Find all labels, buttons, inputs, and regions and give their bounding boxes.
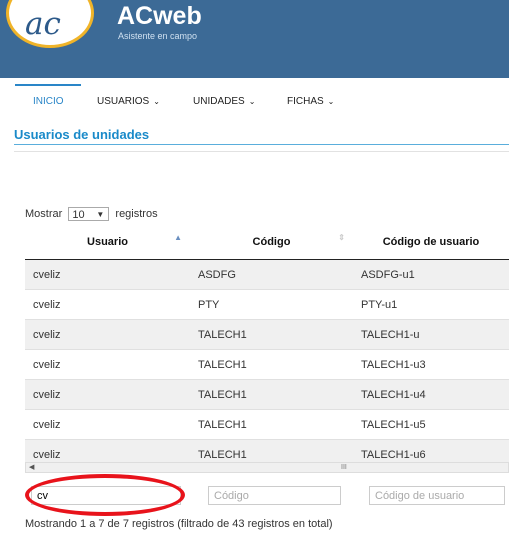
table-cell: cveliz bbox=[25, 259, 190, 290]
table-row[interactable]: cveliz TALECH1 TALECH1-u bbox=[25, 319, 509, 350]
filter-input-codigo[interactable] bbox=[208, 486, 341, 505]
nav-item-label: UNIDADES bbox=[193, 96, 245, 107]
table-cell: cveliz bbox=[25, 349, 190, 380]
table-cell: cveliz bbox=[25, 379, 190, 410]
filter-input-codigo-usuario[interactable] bbox=[369, 486, 505, 505]
table-row[interactable]: cveliz PTY PTY-u1 bbox=[25, 289, 509, 320]
length-menu-label: Mostrar bbox=[25, 207, 63, 220]
app-subtitle: Asistente en campo bbox=[118, 31, 198, 41]
table-cell: TALECH1 bbox=[190, 409, 353, 440]
data-table: Usuario ▲ Código ⇕ Código de usuario cveli… bbox=[25, 224, 509, 469]
nav-item-label: FICHAS bbox=[287, 96, 324, 107]
table-cell: TALECH1 bbox=[190, 379, 353, 410]
column-header-codigo[interactable]: Código ⇕ bbox=[190, 224, 353, 260]
nav-active-indicator bbox=[15, 84, 81, 86]
chevron-down-icon: ⌄ bbox=[327, 97, 335, 106]
scroll-left-icon[interactable]: ◀ bbox=[29, 463, 34, 473]
table-cell: TALECH1-u3 bbox=[353, 349, 509, 380]
column-header-label: Código bbox=[252, 235, 291, 248]
nav-item-label: INICIO bbox=[33, 96, 64, 107]
nav-item-unidades[interactable]: UNIDADES ⌄ bbox=[193, 96, 255, 107]
nav-item-usuarios[interactable]: USUARIOS ⌄ bbox=[97, 96, 160, 107]
table-cell: ASDFG bbox=[190, 259, 353, 290]
table-cell: cveliz bbox=[25, 289, 190, 320]
nav-item-fichas[interactable]: FICHAS ⌄ bbox=[287, 96, 334, 107]
table-row[interactable]: cveliz ASDFG ASDFG-u1 bbox=[25, 259, 509, 290]
table-cell: TALECH1-u4 bbox=[353, 379, 509, 410]
logo-text: ac bbox=[25, 6, 61, 42]
nav-item-inicio[interactable]: INICIO bbox=[33, 96, 64, 107]
table-cell: PTY bbox=[190, 289, 353, 320]
app-title: ACweb bbox=[117, 2, 202, 30]
table-row[interactable]: cveliz TALECH1 TALECH1-u5 bbox=[25, 409, 509, 440]
column-header-codigo-usuario[interactable]: Código de usuario bbox=[353, 224, 509, 260]
chevron-down-icon: ⌄ bbox=[248, 97, 256, 106]
app-logo[interactable]: ac bbox=[6, 0, 94, 48]
page-length-select[interactable]: 10 ▼ bbox=[68, 207, 110, 221]
horizontal-scrollbar[interactable]: ◀ III bbox=[25, 462, 509, 473]
length-menu: Mostrar 10 ▼ registros bbox=[25, 207, 158, 221]
panel-divider bbox=[14, 151, 509, 152]
table-cell: cveliz bbox=[25, 319, 190, 350]
highlight-circle bbox=[25, 474, 185, 516]
table-cell: TALECH1-u5 bbox=[353, 409, 509, 440]
dropdown-arrow-icon: ▼ bbox=[96, 210, 105, 219]
column-header-label: Código de usuario bbox=[382, 235, 480, 248]
page-length-value: 10 bbox=[72, 209, 85, 221]
length-menu-suffix: registros bbox=[115, 207, 158, 220]
app-header: ac ACweb Asistente en campo bbox=[0, 0, 509, 78]
table-cell: TALECH1 bbox=[190, 319, 353, 350]
table-cell: ASDFG-u1 bbox=[353, 259, 509, 290]
table-cell: TALECH1-u bbox=[353, 319, 509, 350]
table-cell: cveliz bbox=[25, 409, 190, 440]
sort-both-icon: ⇕ bbox=[338, 233, 345, 242]
sort-asc-icon: ▲ bbox=[174, 233, 182, 242]
column-header-usuario[interactable]: Usuario ▲ bbox=[25, 224, 190, 260]
table-cell: PTY-u1 bbox=[353, 289, 509, 320]
table-cell: TALECH1 bbox=[190, 349, 353, 380]
scroll-grip[interactable]: III bbox=[341, 463, 347, 473]
table-info: Mostrando 1 a 7 de 7 registros (filtrado… bbox=[25, 518, 333, 530]
table-row[interactable]: cveliz TALECH1 TALECH1-u3 bbox=[25, 349, 509, 380]
page-title: Usuarios de unidades bbox=[14, 127, 150, 142]
title-divider bbox=[14, 144, 509, 145]
chevron-down-icon: ⌄ bbox=[153, 97, 160, 106]
nav-item-label: USUARIOS bbox=[97, 96, 150, 107]
table-row[interactable]: cveliz TALECH1 TALECH1-u4 bbox=[25, 379, 509, 410]
column-header-label: Usuario bbox=[87, 235, 128, 248]
